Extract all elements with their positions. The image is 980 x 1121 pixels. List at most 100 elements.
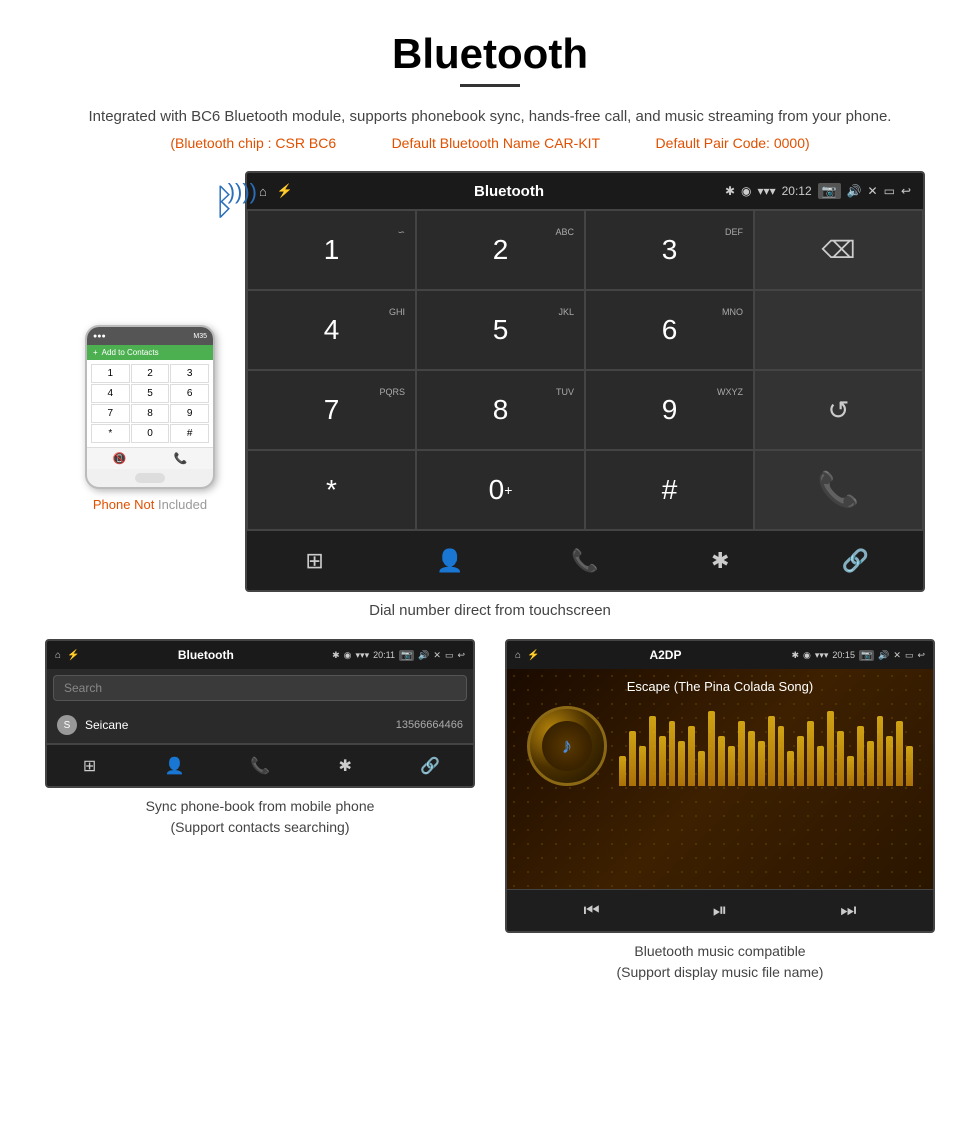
chip-spec: (Bluetooth chip : CSR BC6 (170, 135, 336, 151)
phone-key-6[interactable]: 6 (170, 384, 209, 403)
ms-signal-icon: ▾▾▾ (815, 650, 829, 661)
pb-usb-icon: ⚡ (67, 650, 79, 661)
eq-bar (817, 746, 824, 786)
dialer-call-button[interactable]: 📞 (754, 450, 923, 530)
music-equalizer (619, 706, 923, 786)
pb-nav-grid[interactable]: ⊞ (47, 745, 132, 786)
phone-key-3[interactable]: 3 (170, 364, 209, 383)
status-bar-center: Bluetooth (474, 183, 544, 200)
pb-home-icon[interactable]: ⌂ (55, 650, 61, 661)
ms-location-icon: ◉ (803, 650, 811, 661)
pb-nav-bluetooth[interactable]: ✱ (303, 745, 388, 786)
dialer-key-8[interactable]: 8TUV (416, 370, 585, 450)
phone-home-button[interactable] (135, 473, 165, 483)
page-title: Bluetooth (0, 30, 980, 78)
eq-bar (797, 736, 804, 786)
pb-window-icon[interactable]: ▭ (445, 650, 454, 661)
phone-key-4[interactable]: 4 (91, 384, 130, 403)
dialer-empty-1 (754, 290, 923, 370)
status-bar-left: ⌂ ⚡ (259, 183, 293, 199)
prev-track-button[interactable]: ⏮ (584, 900, 600, 921)
phone-key-9[interactable]: 9 (170, 404, 209, 423)
pb-close-icon[interactable]: ✕ (433, 650, 441, 661)
eq-bar (886, 736, 893, 786)
next-track-button[interactable]: ⏭ (840, 900, 856, 921)
dialer-key-6[interactable]: 6MNO (585, 290, 754, 370)
phone-key-hash[interactable]: # (170, 424, 209, 443)
pb-nav-link[interactable]: 🔗 (388, 745, 473, 786)
dialer-backspace[interactable]: ⌫ (754, 210, 923, 290)
ms-close-icon[interactable]: ✕ (893, 650, 901, 661)
dialer-key-star[interactable]: * (247, 450, 416, 530)
dial-caption: Dial number direct from touchscreen (0, 602, 980, 619)
music-status-bar: ⌂ ⚡ A2DP ✱ ◉ ▾▾▾ 20:15 📷 🔊 ✕ ▭ ↩ (507, 641, 933, 669)
volume-icon[interactable]: 🔊 (847, 184, 862, 198)
phone-numpad: 1 2 3 4 5 6 7 8 9 * 0 # (87, 360, 213, 447)
dialer-key-0[interactable]: 0+ (416, 450, 585, 530)
phonebook-nav-bar: ⊞ 👤 📞 ✱ 🔗 (47, 744, 473, 786)
clock: 20:12 (782, 184, 812, 198)
code-spec: Default Pair Code: 0000) (656, 135, 810, 151)
phone-not-gray: Included (158, 497, 207, 512)
ms-back-icon[interactable]: ↩ (917, 650, 925, 661)
contact-row[interactable]: S Seicane 13566664466 (47, 707, 473, 744)
dialer-key-1[interactable]: 1∽ (247, 210, 416, 290)
phone-key-star[interactable]: * (91, 424, 130, 443)
play-pause-button[interactable]: ⏯ (713, 900, 727, 921)
usb-icon: ⚡ (277, 183, 293, 199)
phone-call-icon: 📞 (174, 452, 188, 465)
dialer-grid: 1∽ 2ABC 3DEF ⌫ 4GHI 5JKL 6MNO 7PQRS 8TUV… (247, 209, 923, 530)
eq-bar (906, 746, 913, 786)
nav-link-button[interactable]: 🔗 (788, 531, 923, 590)
phonebook-status-bar: ⌂ ⚡ Bluetooth ✱ ◉ ▾▾▾ 20:11 📷 🔊 ✕ ▭ ↩ (47, 641, 473, 669)
dialer-key-4[interactable]: 4GHI (247, 290, 416, 370)
phone-key-0[interactable]: 0 (131, 424, 170, 443)
camera-icon[interactable]: 📷 (818, 183, 841, 199)
phone-key-1[interactable]: 1 (91, 364, 130, 383)
dialer-key-5[interactable]: 5JKL (416, 290, 585, 370)
eq-bar (718, 736, 725, 786)
music-album-area: ♪ ᛒ (517, 706, 923, 786)
dialer-key-2[interactable]: 2ABC (416, 210, 585, 290)
pb-back-icon[interactable]: ↩ (457, 650, 465, 661)
dialer-key-3[interactable]: 3DEF (585, 210, 754, 290)
phonebook-search-bar[interactable]: Search (53, 675, 467, 701)
music-screen: ⌂ ⚡ A2DP ✱ ◉ ▾▾▾ 20:15 📷 🔊 ✕ ▭ ↩ (505, 639, 935, 933)
eq-bar (708, 711, 715, 786)
dialer-key-hash[interactable]: # (585, 450, 754, 530)
song-title: Escape (The Pina Colada Song) (627, 679, 813, 694)
pb-volume-icon[interactable]: 🔊 (418, 650, 429, 661)
phone-end-call-icon: 📵 (113, 452, 127, 465)
eq-bar (738, 721, 745, 786)
phone-key-8[interactable]: 8 (131, 404, 170, 423)
pb-clock: 20:11 (373, 650, 395, 660)
ms-home-icon[interactable]: ⌂ (515, 650, 521, 661)
nav-bluetooth-button[interactable]: ✱ (653, 531, 788, 590)
ms-camera-icon[interactable]: 📷 (859, 650, 874, 661)
home-icon[interactable]: ⌂ (259, 184, 267, 199)
ms-volume-icon[interactable]: 🔊 (878, 650, 889, 661)
nav-grid-button[interactable]: ⊞ (247, 531, 382, 590)
pb-nav-phone[interactable]: 📞 (217, 745, 302, 786)
phone-key-2[interactable]: 2 (131, 364, 170, 383)
wifi-waves-icon: )))) (228, 179, 257, 205)
eq-bar (877, 716, 884, 786)
dialer-key-9[interactable]: 9WXYZ (585, 370, 754, 450)
back-icon[interactable]: ↩ (901, 184, 911, 198)
bottom-row: ⌂ ⚡ Bluetooth ✱ ◉ ▾▾▾ 20:11 📷 🔊 ✕ ▭ ↩ Se… (0, 639, 980, 983)
close-icon[interactable]: ✕ (868, 184, 878, 198)
window-icon[interactable]: ▭ (884, 184, 895, 198)
ms-bluetooth-icon: ✱ (791, 650, 799, 661)
dialer-reload[interactable]: ↺ (754, 370, 923, 450)
ms-window-icon[interactable]: ▭ (905, 650, 914, 661)
phone-key-7[interactable]: 7 (91, 404, 130, 423)
phone-body: ●●● M35 + Add to Contacts 1 2 3 4 5 6 7 … (85, 325, 215, 489)
pb-nav-contacts[interactable]: 👤 (132, 745, 217, 786)
music-content: Escape (The Pina Colada Song) ♪ ᛒ (517, 679, 923, 786)
dialer-key-7[interactable]: 7PQRS (247, 370, 416, 450)
phone-not-included-label: Phone Not Included (93, 497, 207, 512)
nav-phone-button[interactable]: 📞 (517, 531, 652, 590)
nav-contacts-button[interactable]: 👤 (382, 531, 517, 590)
phone-key-5[interactable]: 5 (131, 384, 170, 403)
pb-camera-icon[interactable]: 📷 (399, 650, 414, 661)
